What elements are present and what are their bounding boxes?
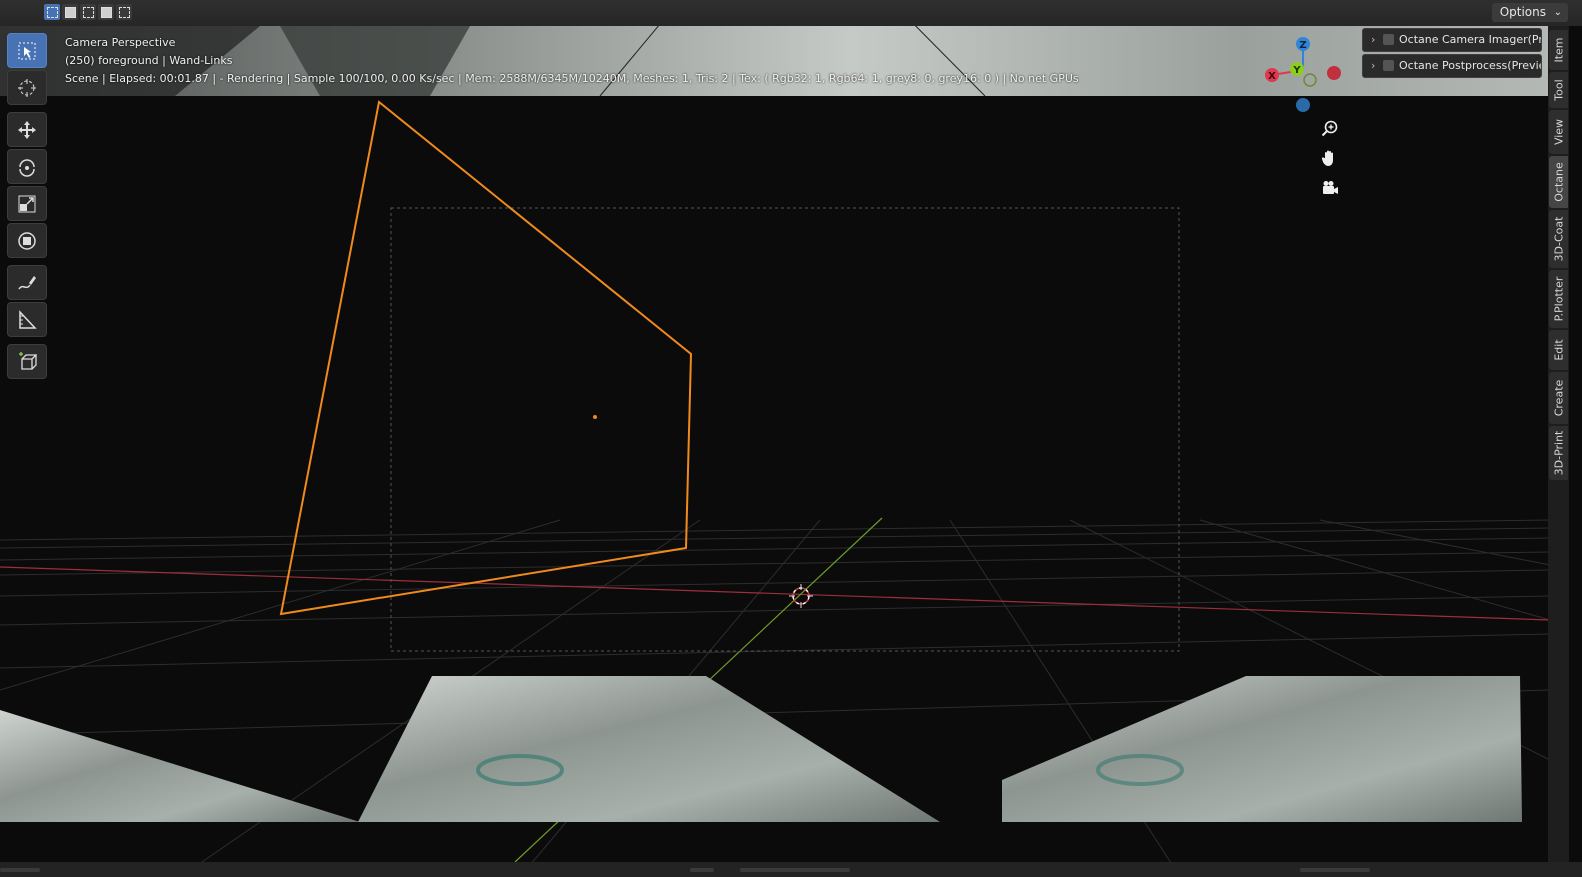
select-mode-group: [44, 4, 132, 20]
cursor-icon[interactable]: [7, 70, 47, 105]
scale-icon[interactable]: [7, 186, 47, 221]
options-label: Options: [1499, 5, 1546, 19]
image-plane-right[interactable]: [1002, 676, 1522, 822]
select-invert-icon[interactable]: [98, 4, 114, 20]
select-intersect-icon[interactable]: [116, 4, 132, 20]
tab-octane[interactable]: Octane: [1549, 156, 1568, 208]
panel-enable-checkbox[interactable]: [1383, 34, 1394, 45]
tab-3d-print[interactable]: 3D-Print: [1549, 426, 1568, 480]
tab-p-plotter[interactable]: P.Plotter: [1549, 270, 1568, 328]
transform-icon[interactable]: [7, 223, 47, 258]
frame-object-info: (250) foreground | Wand-Links: [65, 54, 233, 67]
3d-viewport[interactable]: [0, 0, 1582, 877]
measure-icon[interactable]: [7, 302, 47, 337]
tab-3d-coat[interactable]: 3D-Coat: [1549, 210, 1568, 268]
panel-enable-checkbox[interactable]: [1383, 60, 1394, 71]
tab-label: 3D-Print: [1552, 430, 1565, 476]
tab-label: Tool: [1552, 79, 1565, 101]
viewport-header: Options ⌄: [0, 0, 1582, 26]
view-name: Camera Perspective: [65, 36, 176, 49]
tab-item[interactable]: Item: [1549, 30, 1568, 70]
chevron-right-icon[interactable]: ›: [1371, 29, 1375, 51]
object-origin: [593, 415, 597, 419]
annotate-icon[interactable]: [7, 265, 47, 300]
image-plane-left[interactable]: [0, 710, 360, 822]
move-icon[interactable]: [7, 112, 47, 147]
panel-label: Octane Camera Imager(Previ: [1399, 33, 1542, 46]
panel-label: Octane Postprocess(Preview: [1399, 59, 1542, 72]
camera-view-icon[interactable]: [1318, 176, 1342, 200]
select-new-icon[interactable]: [44, 4, 60, 20]
options-dropdown[interactable]: Options ⌄: [1491, 3, 1568, 22]
x-axis-line: [0, 566, 1551, 621]
tab-label: View: [1552, 118, 1565, 146]
tab-create[interactable]: Create: [1549, 372, 1568, 424]
viewport-scene: [0, 0, 1551, 877]
tab-label: Item: [1552, 37, 1565, 63]
pan-hand-icon[interactable]: [1318, 146, 1342, 170]
tab-view[interactable]: View: [1549, 110, 1568, 154]
image-plane-center[interactable]: [358, 676, 940, 822]
panel-octane-postprocess[interactable]: › Octane Postprocess(Preview: [1362, 54, 1542, 78]
timeline-strip[interactable]: [0, 862, 1582, 877]
tab-edit[interactable]: Edit: [1549, 330, 1568, 370]
selected-object-outline[interactable]: [279, 100, 693, 616]
tab-tool[interactable]: Tool: [1549, 72, 1568, 108]
tab-label: Octane: [1552, 162, 1565, 202]
select-extend-icon[interactable]: [62, 4, 78, 20]
render-stats: Scene | Elapsed: 00:01.87 | - Rendering …: [65, 72, 1079, 85]
tab-label: Create: [1552, 379, 1565, 417]
sidebar-tabs: Item Tool View Octane 3D-Coat P.Plotter …: [1548, 26, 1569, 871]
zoom-icon[interactable]: [1318, 117, 1342, 141]
3d-cursor[interactable]: [789, 584, 813, 608]
add-cube-icon[interactable]: [7, 344, 47, 379]
tool-shelf: [7, 33, 47, 381]
navigation-gizmo[interactable]: Z X Y: [1260, 32, 1350, 122]
viewport-info-text: Camera Perspective (250) foreground | Wa…: [65, 34, 1079, 88]
chevron-down-icon: ⌄: [1553, 7, 1562, 18]
panel-octane-camera-imager[interactable]: › Octane Camera Imager(Previ: [1362, 28, 1542, 52]
select-box-icon[interactable]: [7, 33, 47, 68]
chevron-right-icon[interactable]: ›: [1371, 55, 1375, 77]
gizmo-neg-y-axis[interactable]: [1303, 73, 1317, 87]
rotate-icon[interactable]: [7, 149, 47, 184]
gizmo-z-label: Z: [1299, 40, 1306, 51]
tab-label: Edit: [1552, 339, 1565, 361]
tab-label: P.Plotter: [1552, 276, 1565, 322]
gizmo-y-label: Y: [1292, 65, 1301, 76]
gizmo-x-label: X: [1268, 71, 1276, 82]
select-subtract-icon[interactable]: [80, 4, 96, 20]
gizmo-neg-x-axis[interactable]: [1327, 66, 1341, 80]
tab-label: 3D-Coat: [1552, 216, 1565, 262]
gizmo-neg-z-axis[interactable]: [1296, 98, 1310, 112]
